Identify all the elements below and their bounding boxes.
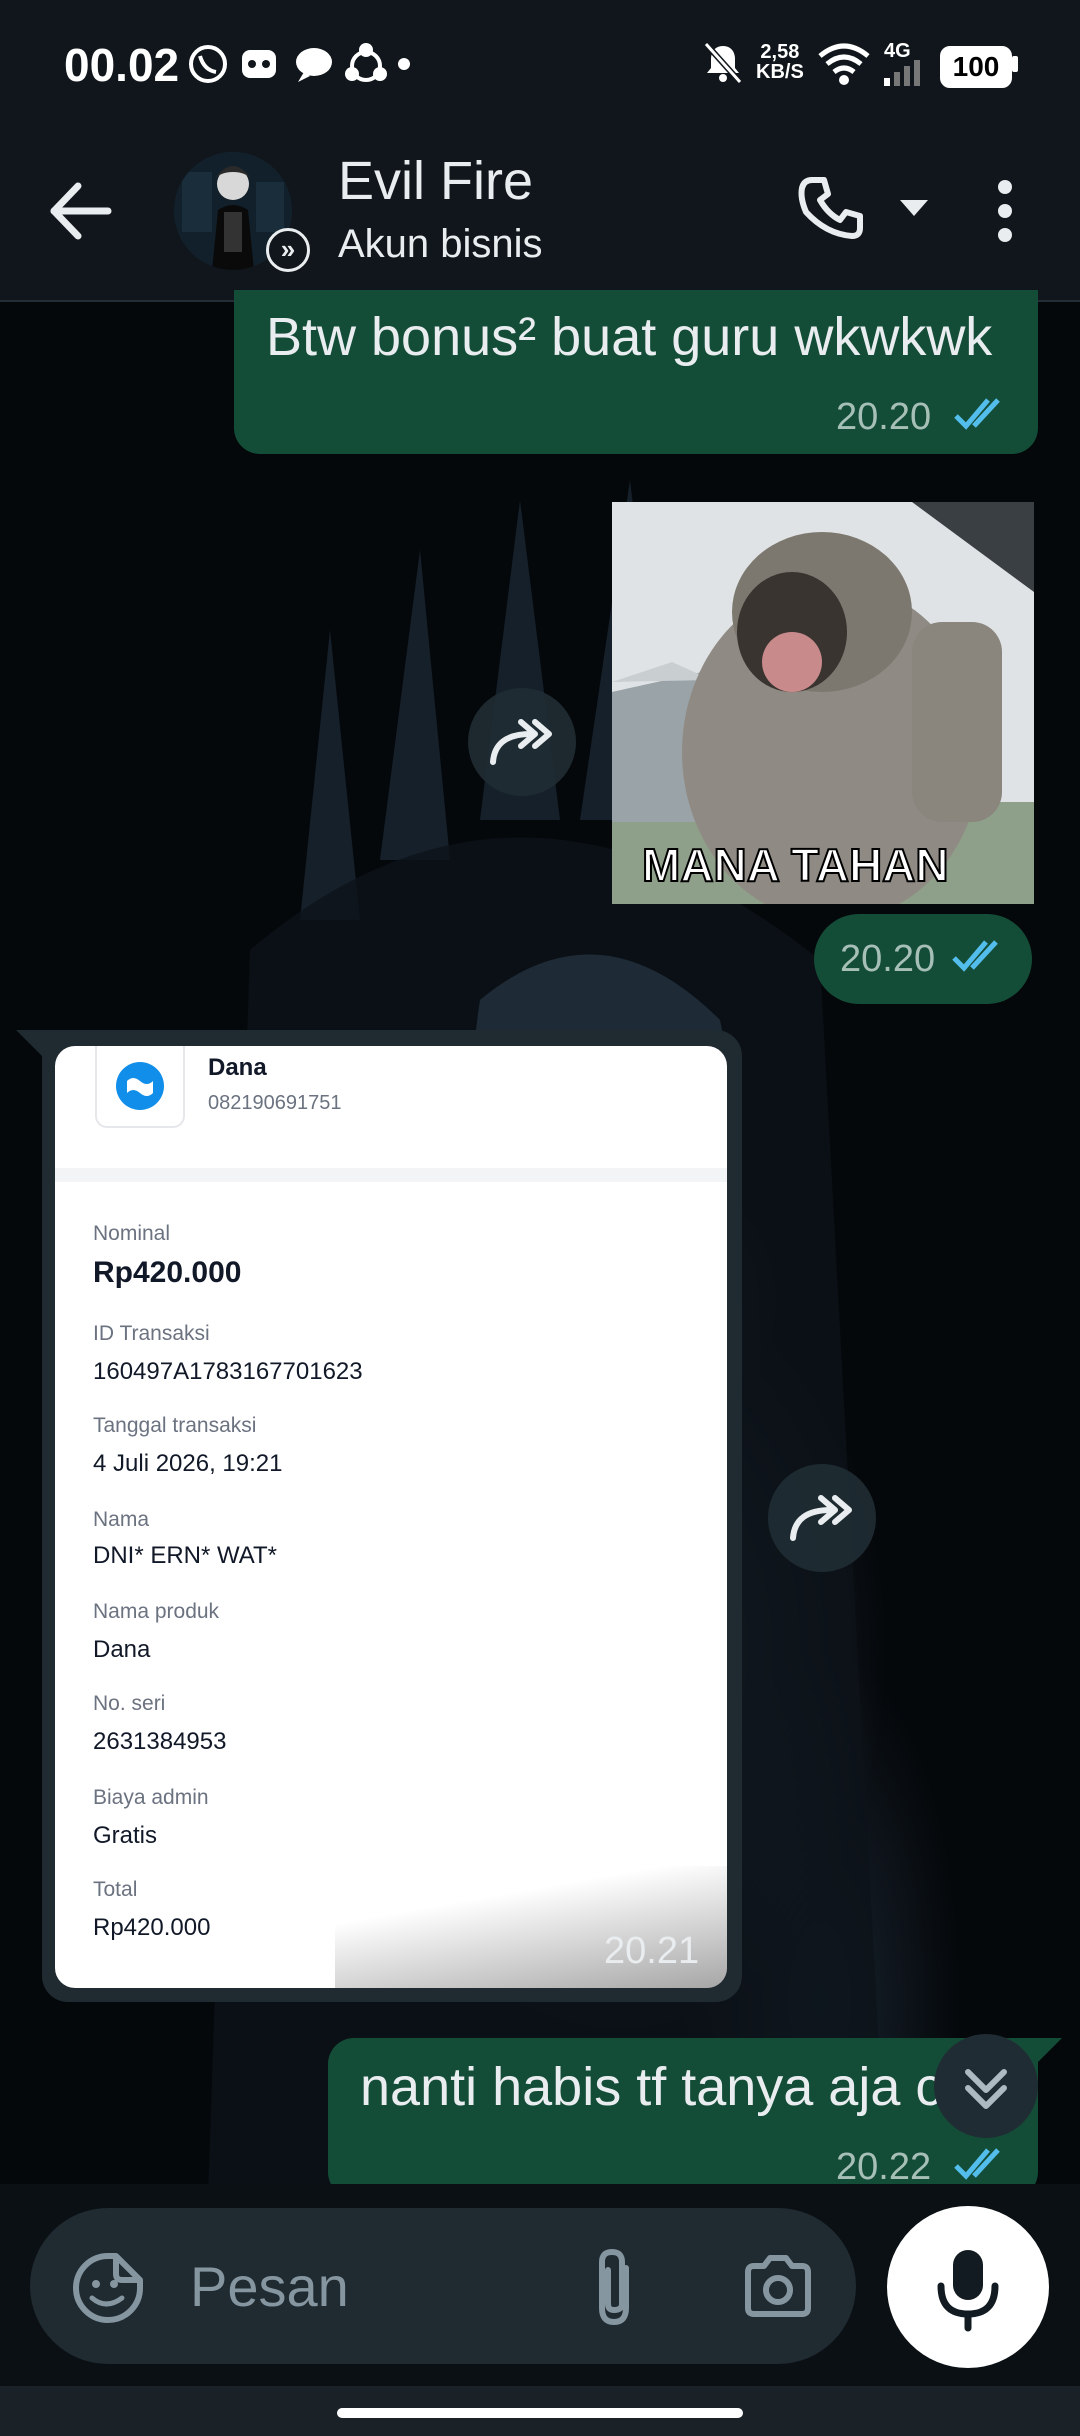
forward-button[interactable] [768,1464,876,1572]
more-options-button[interactable] [990,178,1020,249]
battery-level: 100 [940,46,1012,88]
sticker-image[interactable]: MANA TAHAN [612,502,1034,904]
mic-icon [937,2250,999,2332]
dropdown-icon [900,200,928,216]
receipt-divider [55,1168,727,1182]
receipt-value: Dana [93,1636,151,1663]
status-notification-icons [188,40,418,95]
sticker-caption: MANA TAHAN [641,838,950,892]
message-time: 20.22 [836,2146,932,2188]
receipt-label: No. seri [93,1692,166,1715]
contact-name[interactable]: Evil Fire [338,150,533,212]
attach-icon [599,2248,629,2326]
receipt-label: ID Transaksi [93,1322,210,1345]
notification-icons [189,43,410,83]
voice-message-button[interactable] [887,2206,1049,2368]
forward-icon [790,1495,852,1541]
attach-button[interactable] [586,2246,642,2335]
phone-icon [798,177,863,239]
receipt-label: Tanggal transaksi [93,1414,257,1437]
status-time: 00.02 [64,39,180,91]
message-placeholder[interactable]: Pesan [190,2254,349,2319]
net-speed-value: 2,58 [760,41,800,63]
contact-subtitle[interactable]: Akun bisnis [338,222,543,267]
receipt-label: Nama [93,1508,150,1531]
battery-tip [1012,56,1018,72]
net-speed: 2,58 KB/S [756,42,804,82]
mute-icon [700,40,746,91]
back-button[interactable] [46,176,116,251]
net-speed-unit: KB/S [756,61,804,83]
call-options-button[interactable] [898,198,930,223]
bubble-tail [16,1030,46,1065]
receipt-label: Biaya admin [93,1786,209,1809]
voice-call-button[interactable] [796,174,866,249]
back-arrow-icon [50,182,112,240]
message-text: Btw bonus² buat guru wkwkwk [266,307,993,367]
read-ticks-icon [952,2144,1012,2189]
business-badge-icon: » [266,228,310,272]
message-time: 20.21 [604,1930,700,1972]
message-bubble-outgoing[interactable]: nanti habis tf tanya aja c [328,2038,1038,2198]
message-input[interactable] [30,2208,856,2364]
more-vert-icon [998,180,1012,242]
forward-icon [490,719,552,765]
dana-logo [95,1046,185,1128]
receipt-label: Nominal [93,1222,171,1245]
receipt-value: 2631384953 [93,1728,227,1755]
read-ticks-icon [950,936,1010,981]
read-ticks-icon [952,394,1012,439]
message-time: 20.20 [840,938,936,980]
signal-icon [882,58,928,91]
receipt-label: Nama produk [93,1600,220,1623]
home-indicator[interactable] [337,2408,743,2418]
forward-button[interactable] [468,688,576,796]
wifi-icon [818,42,870,91]
emoji-sticker-button[interactable] [70,2250,146,2331]
dana-logo-icon [116,1062,164,1110]
scroll-to-bottom-button[interactable] [934,2034,1038,2138]
receipt-merchant: Dana [208,1054,267,1081]
receipt-value: Rp420.000 [93,1914,211,1941]
camera-button[interactable] [742,2252,814,2325]
scroll-down-icon [965,2069,1007,2109]
receipt-image[interactable]: Dana 082190691751 Nominal Rp420.000 ID T… [55,1046,727,1988]
receipt-value: 160497A1783167701623 [93,1358,363,1385]
receipt-value: DNI* ERN* WAT* [93,1542,278,1569]
receipt-value: 4 Juli 2026, 19:21 [93,1450,283,1477]
bubble-tail [1036,2038,1062,2069]
receipt-account: 082190691751 [208,1092,342,1114]
camera-icon [745,2255,811,2317]
receipt-value: Gratis [93,1822,158,1849]
receipt-value: Rp420.000 [93,1256,242,1289]
receipt-label: Total [93,1878,138,1901]
message-time: 20.20 [836,396,932,438]
message-text: nanti habis tf tanya aja c [360,2057,943,2117]
sticker-icon [73,2253,143,2323]
